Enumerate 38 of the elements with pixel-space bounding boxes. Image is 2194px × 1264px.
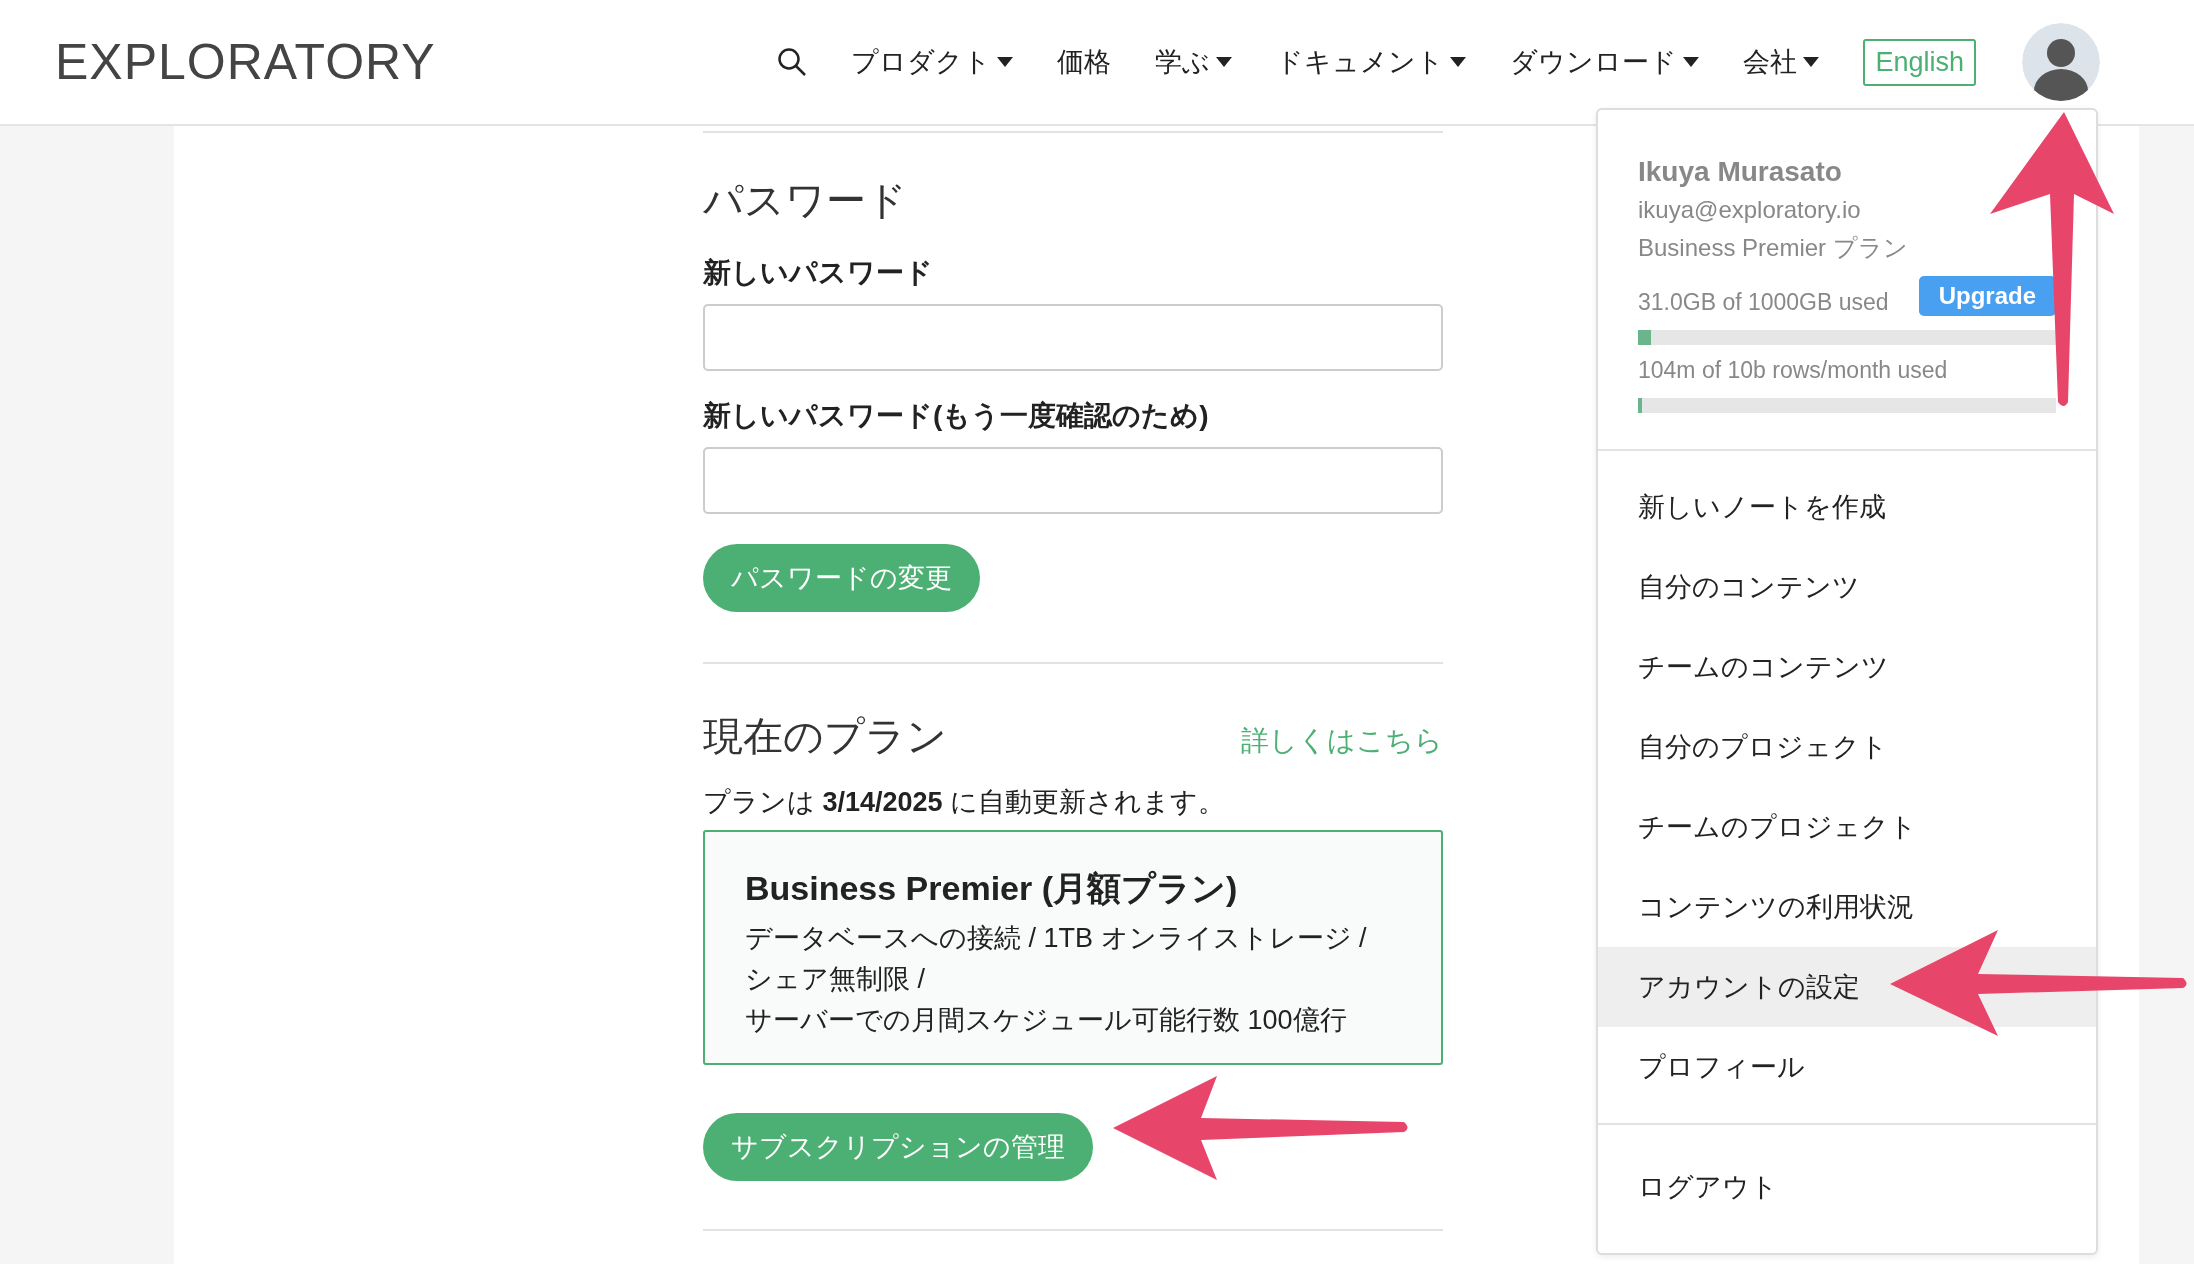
- caret-icon: [997, 57, 1014, 67]
- menu-item[interactable]: チームのプロジェクト: [1598, 787, 2096, 867]
- menu-item[interactable]: 自分のプロジェクト: [1598, 707, 2096, 787]
- nav-menu-item[interactable]: 学ぶ: [1155, 44, 1233, 80]
- password-field[interactable]: [703, 447, 1443, 514]
- field-label: 新しいパスワード(もう一度確認のため): [703, 399, 1210, 433]
- usage-text: 31.0GB of 1000GB used: [1638, 289, 1889, 316]
- user-email: ikuya@exploratory.io: [1638, 196, 1862, 224]
- menu-item[interactable]: 自分のコンテンツ: [1598, 547, 2096, 627]
- logout-menu-item[interactable]: ログアウト: [1598, 1147, 2096, 1227]
- renewal-text: プランは 3/14/2025 に自動更新されます。: [703, 786, 1227, 819]
- plan-feature: シェア無制限 /: [745, 963, 926, 996]
- section-heading: 現在のプラン: [703, 713, 947, 760]
- nav-menu-item[interactable]: ドキュメント: [1276, 44, 1467, 80]
- nav-menu-item[interactable]: ダウンロード: [1510, 44, 1700, 80]
- plan-feature: データベースへの接続 / 1TB オンライストレージ /: [745, 922, 1368, 955]
- password-field[interactable]: [703, 304, 1443, 371]
- avatar[interactable]: [2022, 23, 2100, 101]
- caret-icon: [1683, 57, 1700, 67]
- nav-menu-item[interactable]: 価格: [1057, 44, 1112, 80]
- search-icon[interactable]: [777, 47, 808, 77]
- menu-item[interactable]: プロフィール: [1598, 1027, 2096, 1107]
- plan-name: Business Premier プラン: [1638, 233, 1909, 263]
- usage-text: 104m of 10b rows/month used: [1638, 357, 1948, 384]
- plan-feature: サーバーでの月間スケジュール可能行数 100億行: [745, 1004, 1348, 1037]
- caret-icon: [1450, 57, 1467, 67]
- section-heading: パスワード: [703, 177, 908, 224]
- field-label: 新しいパスワード: [703, 256, 934, 290]
- nav-menu-item[interactable]: 会社: [1743, 44, 1820, 80]
- caret-icon: [1803, 57, 1820, 67]
- menu-item[interactable]: コンテンツの利用状況: [1598, 867, 2096, 947]
- menu-item[interactable]: チームのコンテンツ: [1598, 627, 2096, 707]
- logo[interactable]: EXPLORATORY: [55, 33, 436, 91]
- nav-menu-item[interactable]: プロダクト: [851, 44, 1014, 80]
- plan-title: Business Premier (月額プラン): [745, 868, 1239, 909]
- user-name: Ikuya Murasato: [1638, 156, 1843, 188]
- caret-icon: [1216, 57, 1233, 67]
- menu-item[interactable]: 新しいノートを作成: [1598, 467, 2096, 547]
